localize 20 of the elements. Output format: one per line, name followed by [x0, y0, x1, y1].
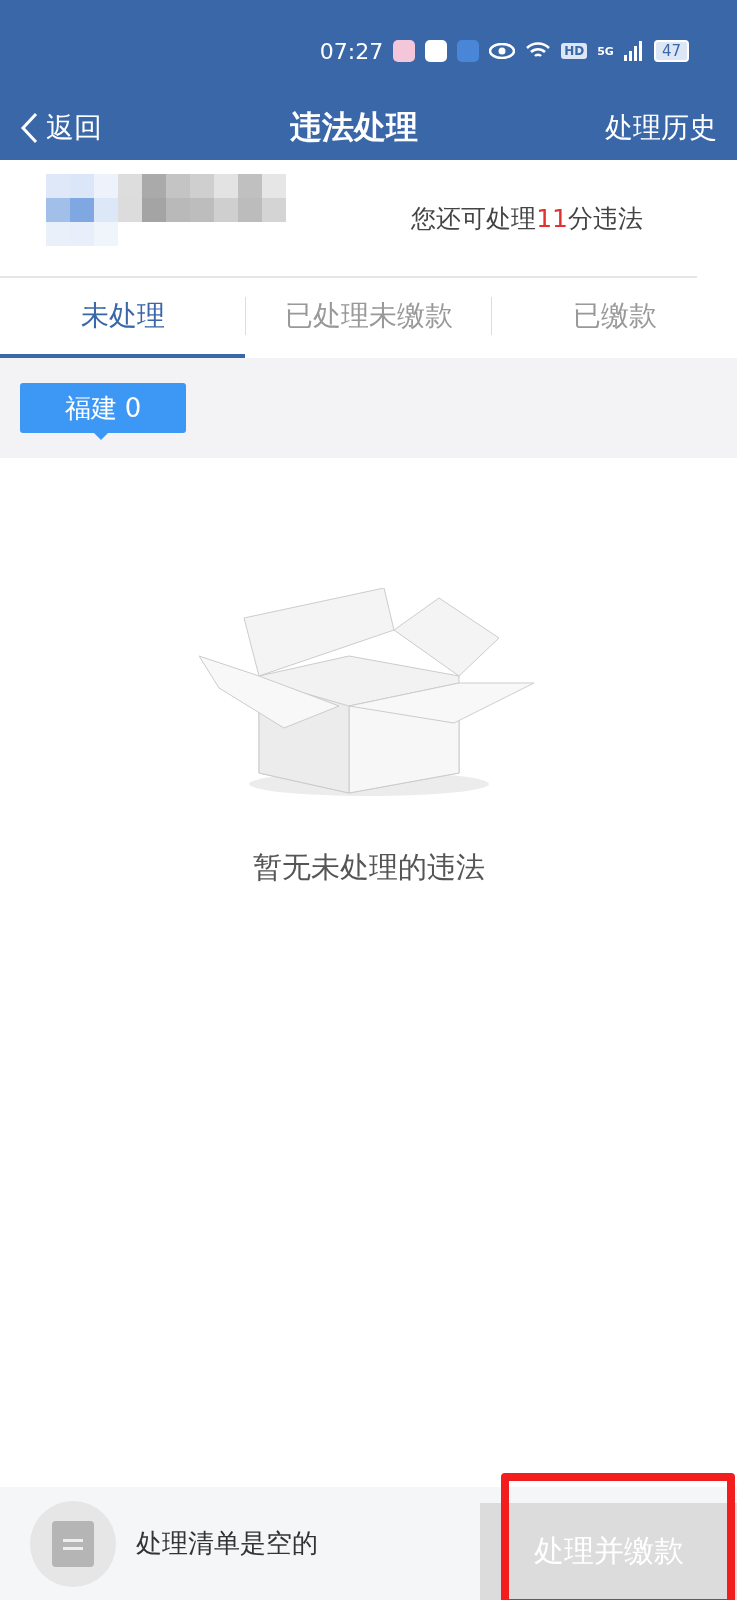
remaining-points-text: 您还可处理11分违法	[411, 202, 643, 235]
network-label: 5G	[597, 44, 614, 58]
chevron-left-icon	[20, 112, 38, 144]
list-icon	[52, 1520, 94, 1567]
eye-icon	[489, 43, 516, 59]
history-button[interactable]: 处理历史	[605, 109, 717, 147]
status-time: 07:27	[319, 38, 384, 64]
tab-pointer	[94, 433, 108, 440]
tab[interactable]: 已缴款	[492, 278, 737, 358]
page-title: 违法处理	[289, 107, 418, 148]
app-icon	[393, 40, 416, 62]
empty-message: 暂无未处理的违法	[252, 849, 485, 886]
tab[interactable]: 已处理未缴款	[246, 278, 491, 358]
app-icon	[457, 40, 480, 62]
signal-icon	[623, 41, 644, 61]
cart-status-text: 处理清单是空的	[136, 1527, 318, 1560]
hd-indicator: HD	[561, 43, 588, 59]
back-button[interactable]: 返回	[20, 109, 102, 147]
back-label: 返回	[46, 110, 102, 146]
battery-indicator: 47	[653, 40, 689, 62]
